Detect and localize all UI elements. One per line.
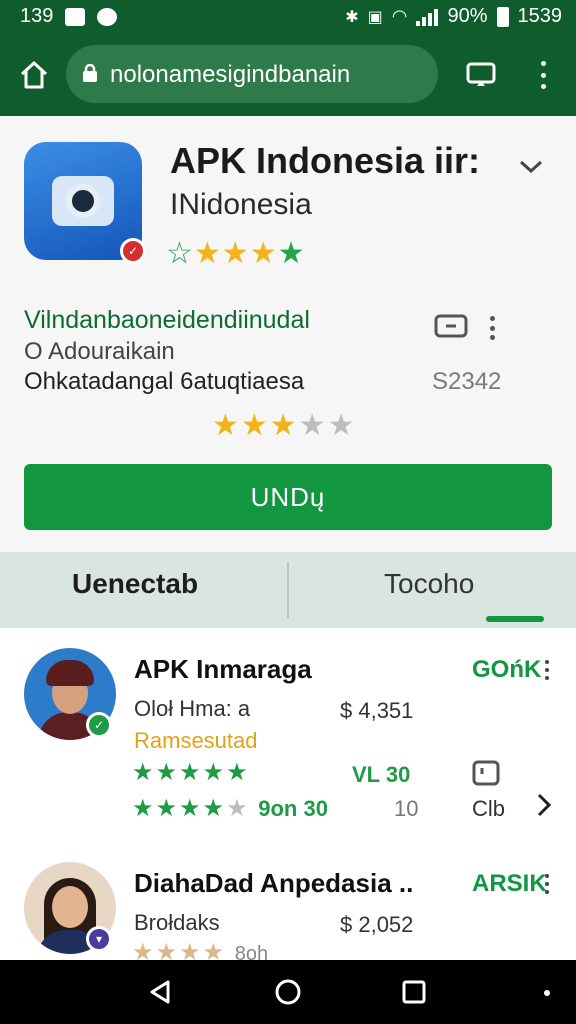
- review-status: Ramsesutad: [134, 728, 258, 753]
- system-nav-bar: [0, 960, 576, 1024]
- review-author: Oloł Hma: a: [134, 696, 251, 721]
- active-tab-indicator: [486, 616, 544, 622]
- app-icon[interactable]: ✓: [24, 142, 146, 264]
- tab-other[interactable]: Tocoho: [384, 568, 474, 600]
- review-score: VL 30: [352, 762, 411, 787]
- app-title: APK Indonesia iir:: [170, 140, 481, 181]
- chevron-down-icon[interactable]: [516, 154, 546, 178]
- battery-icon: [496, 6, 509, 27]
- app-subtitle: INidonesia: [170, 188, 312, 221]
- review-price: $ 2,052: [340, 912, 414, 937]
- app-category: Ohkatadangal 6atuqtiaesa: [24, 368, 305, 395]
- status-bar: 139 ✱ ▣ ◠ 90% 1539: [0, 0, 576, 34]
- review-title: DiahaDad Anpedasia ..: [134, 868, 414, 898]
- signal-icon: [416, 8, 439, 26]
- nav-dot-icon: [544, 990, 550, 996]
- home-circle-icon[interactable]: [274, 978, 302, 1006]
- battery-percent: 90%: [447, 5, 488, 27]
- screen-icon[interactable]: [434, 312, 468, 340]
- review-stars: ★★★★★: [132, 759, 250, 786]
- install-button[interactable]: UNDų: [24, 464, 552, 530]
- cast-icon[interactable]: [466, 62, 496, 88]
- bluetooth-icon: ✱: [345, 8, 359, 26]
- review-stars-secondary: ★★★★★ 9on 30: [132, 795, 328, 822]
- camera-lens: [66, 184, 100, 218]
- overflow-menu-icon[interactable]: [536, 58, 550, 92]
- wifi-icon: ◠: [391, 6, 408, 26]
- review-author: Brołdaks: [134, 910, 220, 935]
- user-rating-stars[interactable]: ★★★★★: [212, 408, 356, 443]
- home-icon[interactable]: [18, 60, 50, 90]
- more-options-icon[interactable]: [488, 316, 496, 340]
- recent-apps-icon[interactable]: [402, 980, 426, 1004]
- review-unit: Clb: [472, 796, 506, 821]
- tab-divider: [287, 562, 289, 618]
- review-tag[interactable]: GOńK: [472, 656, 541, 684]
- review-price: $ 4,351: [340, 698, 414, 723]
- verified-badge-icon: ✓: [120, 238, 146, 264]
- app-details-card: ✓ APK Indonesia iir: INidonesia ☆★★★★ Vi…: [0, 116, 576, 552]
- download-count: S2342: [432, 368, 502, 395]
- review-count: 10: [394, 796, 419, 821]
- url-text: nolonamesigindbanain: [110, 61, 351, 88]
- tab-reviews[interactable]: Uenectab: [72, 568, 198, 600]
- chevron-right-icon[interactable]: [536, 792, 552, 818]
- status-time-left: 139: [20, 5, 54, 27]
- more-options-icon[interactable]: [544, 660, 550, 680]
- review-tag[interactable]: ARSIK: [472, 870, 547, 898]
- check-badge-icon: ✓: [86, 712, 112, 738]
- clock-icon: [97, 7, 118, 26]
- more-options-icon[interactable]: [544, 874, 550, 894]
- review-stars-label: 9on 30: [258, 796, 328, 821]
- developer-name[interactable]: Vilndanbaoneidendiinudal: [24, 306, 310, 335]
- play-badge-icon: ▾: [86, 926, 112, 952]
- nfc-icon: ▣: [367, 8, 383, 26]
- url-bar[interactable]: nolonamesigindbanain: [66, 45, 438, 103]
- developer-detail: O Adouraikain: [24, 338, 175, 365]
- status-time-right: 1539: [517, 5, 563, 27]
- browser-toolbar: nolonamesigindbanain: [0, 34, 576, 116]
- app-rating-stars: ☆★★★★: [166, 237, 306, 270]
- lock-icon: [83, 64, 97, 82]
- tab-bar: Uenectab Tocoho: [0, 552, 576, 628]
- back-icon[interactable]: [146, 978, 174, 1006]
- review-title: APK Inmaraga: [134, 654, 312, 684]
- list-item[interactable]: ✓ APK Inmaraga GOńK Oloł Hma: a $ 4,351 …: [0, 628, 576, 838]
- notification-icon: [65, 7, 86, 26]
- screen-icon[interactable]: [472, 760, 500, 786]
